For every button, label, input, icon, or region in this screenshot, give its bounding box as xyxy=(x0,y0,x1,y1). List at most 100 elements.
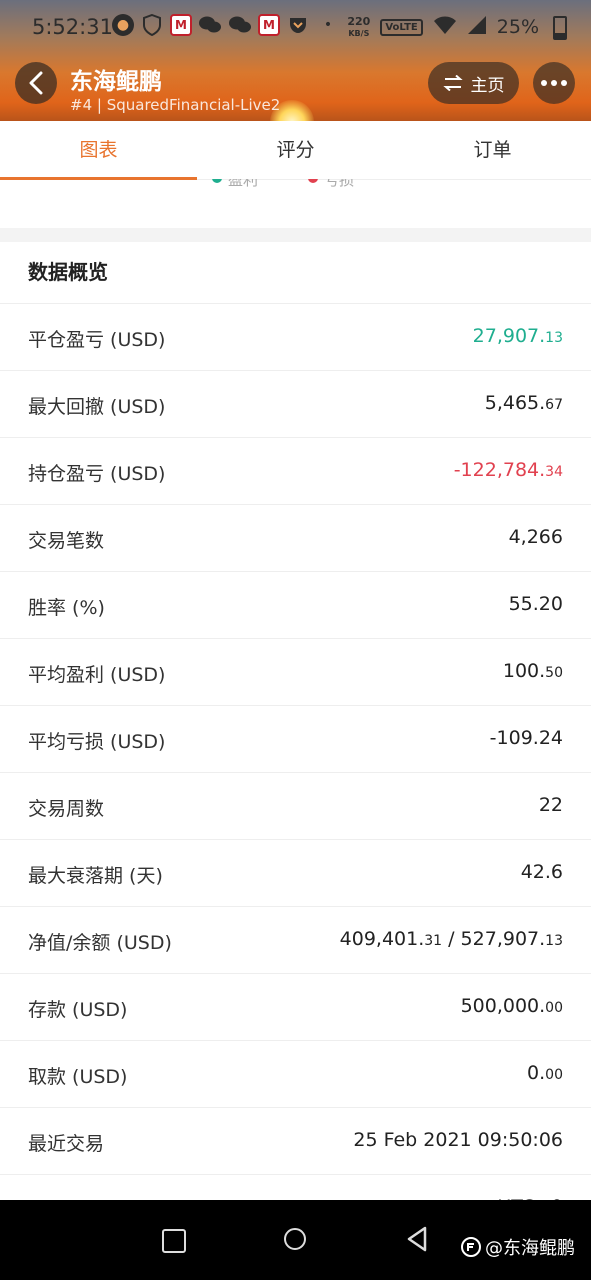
section-title: 数据概览 xyxy=(28,260,108,284)
swap-icon xyxy=(442,75,463,91)
chart-legend-peek: 盈利 亏损 xyxy=(0,179,591,189)
section-divider xyxy=(0,228,591,242)
chat-bubble-icon: ● xyxy=(112,14,134,36)
wechat-icon xyxy=(198,13,222,37)
stat-row: 交易笔数 4,266 xyxy=(0,504,591,571)
stat-value-decimals: 00 xyxy=(545,1067,563,1083)
home-button-label: 主页 xyxy=(470,75,505,96)
watermark: @东海鲲鹏 xyxy=(460,1234,575,1260)
stat-value-decimals: 67 xyxy=(545,397,563,413)
network-speed-unit: KB/S xyxy=(348,28,370,38)
stat-value-main: 22 xyxy=(538,794,563,816)
stat-value: 22 xyxy=(539,794,563,816)
stat-label: 平均盈利 (USD) xyxy=(28,664,166,686)
bank-app-icon: M xyxy=(170,14,192,36)
more-dot-icon xyxy=(561,80,567,86)
stat-value-main: 409,401. xyxy=(339,928,425,950)
dot-icon: • xyxy=(323,17,333,33)
status-time: 5:52:31 xyxy=(32,15,113,39)
legend-loss-dot xyxy=(308,179,318,183)
stat-value-decimals: 34 xyxy=(545,464,563,480)
vpn-shield-icon xyxy=(140,13,164,37)
stat-row: 胜率 (%) 55.20 xyxy=(0,571,591,638)
stat-row: 平均盈利 (USD) 100.50 xyxy=(0,638,591,705)
bank-app-icon: M xyxy=(258,14,280,36)
stat-value-main: 5,465. xyxy=(484,392,546,414)
stat-row: 最大回撤 (USD) 5,465.67 xyxy=(0,370,591,437)
battery-icon xyxy=(549,13,571,41)
stat-value-decimals: 13 xyxy=(545,933,563,949)
stat-value-main: 42.6 xyxy=(520,861,563,883)
system-indicators: 220 KB/S VoLTE 25% xyxy=(347,13,571,41)
network-speed-value: 220 xyxy=(347,14,371,28)
stat-label: 平均亏损 (USD) xyxy=(28,731,166,753)
tab-bar: 图表 评分 订单 xyxy=(0,121,591,180)
more-dot-icon xyxy=(541,80,547,86)
volte-badge: VoLTE xyxy=(380,18,423,36)
stat-row: 存款 (USD) 500,000.00 xyxy=(0,973,591,1040)
stat-row: 平均亏损 (USD) -109.24 xyxy=(0,705,591,772)
weibo-logo-icon xyxy=(461,1237,481,1257)
triangle-back-icon xyxy=(407,1226,427,1252)
stat-value-main: -109.24 xyxy=(489,727,563,749)
stat-value: 4,266 xyxy=(509,526,563,548)
stat-value-main: 4,266 xyxy=(508,526,563,548)
tab-chart[interactable]: 图表 xyxy=(0,121,197,180)
stat-label: 最大衰落期 (天) xyxy=(28,865,163,887)
stat-value: 409,401.31 / 527,907.13 xyxy=(340,928,563,950)
tab-score[interactable]: 评分 xyxy=(197,121,394,179)
stat-label: 净值/余额 (USD) xyxy=(28,932,172,954)
chevron-left-icon xyxy=(29,71,43,95)
stat-value-decimals: 31 xyxy=(424,933,443,949)
stat-value-main: 100. xyxy=(502,660,546,682)
legend-loss-label: 亏损 xyxy=(324,179,355,189)
stat-value: 0.00 xyxy=(527,1062,563,1084)
stat-label: 存款 (USD) xyxy=(28,999,128,1021)
status-bar: 5:52:31 ● M M • 220 KB/S VoLTE 25% xyxy=(0,0,591,54)
home-nav-button[interactable] xyxy=(284,1228,306,1250)
stat-value: 100.50 xyxy=(503,660,563,682)
recents-button[interactable] xyxy=(162,1229,186,1253)
legend-profit-label: 盈利 xyxy=(228,179,259,189)
notification-icons: ● M M • xyxy=(112,13,340,37)
stat-value-decimals: 50 xyxy=(545,665,563,681)
more-options-button[interactable] xyxy=(533,62,575,104)
pocket-icon xyxy=(286,13,310,37)
stat-label: 取款 (USD) xyxy=(28,1066,128,1088)
stat-value: 5,465.67 xyxy=(485,392,563,414)
stat-label: 平仓盈亏 (USD) xyxy=(28,329,166,351)
stat-row: 净值/余额 (USD) 409,401.31 / 527,907.13 xyxy=(0,906,591,973)
stats-list: 平仓盈亏 (USD) 27,907.13 最大回撤 (USD) 5,465.67 持仓盈… xyxy=(0,303,591,1241)
stat-label: 最近交易 xyxy=(28,1133,105,1155)
wechat-icon xyxy=(228,13,252,37)
stat-value: 42.6 xyxy=(521,861,563,883)
stat-value-main: -122,784. xyxy=(453,459,546,481)
header: 5:52:31 ● M M • 220 KB/S VoLTE 25% 东海鲲鹏 … xyxy=(0,0,591,121)
stat-row: 持仓盈亏 (USD) -122,784.34 xyxy=(0,437,591,504)
stat-value-main: 500,000. xyxy=(460,995,546,1017)
stat-value-main: 55.20 xyxy=(508,593,563,615)
wifi-icon xyxy=(433,15,457,40)
back-nav-button[interactable] xyxy=(406,1226,428,1256)
stat-row: 最近交易 25 Feb 2021 09:50:06 xyxy=(0,1107,591,1174)
back-button[interactable] xyxy=(15,62,57,104)
stat-label: 交易笔数 xyxy=(28,530,105,552)
stat-value-main: 0. xyxy=(527,1062,546,1084)
stat-value: 27,907.13 xyxy=(473,325,563,347)
stat-label: 最大回撤 (USD) xyxy=(28,396,166,418)
home-button[interactable]: 主页 xyxy=(428,62,519,104)
stat-value: -122,784.34 xyxy=(454,459,563,481)
account-subtitle: #4 | SquaredFinancial-Live2 xyxy=(70,96,281,114)
stat-value-decimals: 13 xyxy=(545,330,563,346)
tab-orders[interactable]: 订单 xyxy=(394,121,591,179)
stat-value: 55.20 xyxy=(509,593,563,615)
page-title: 东海鲲鹏 xyxy=(70,69,162,95)
stat-label: 持仓盈亏 (USD) xyxy=(28,463,166,485)
more-dot-icon xyxy=(551,80,557,86)
stat-row: 取款 (USD) 0.00 xyxy=(0,1040,591,1107)
stat-label: 胜率 (%) xyxy=(28,597,105,619)
watermark-text: @东海鲲鹏 xyxy=(485,1238,575,1259)
stat-value: 25 Feb 2021 09:50:06 xyxy=(353,1129,563,1151)
legend-profit-dot xyxy=(212,179,222,183)
network-speed: 220 KB/S xyxy=(347,16,370,39)
